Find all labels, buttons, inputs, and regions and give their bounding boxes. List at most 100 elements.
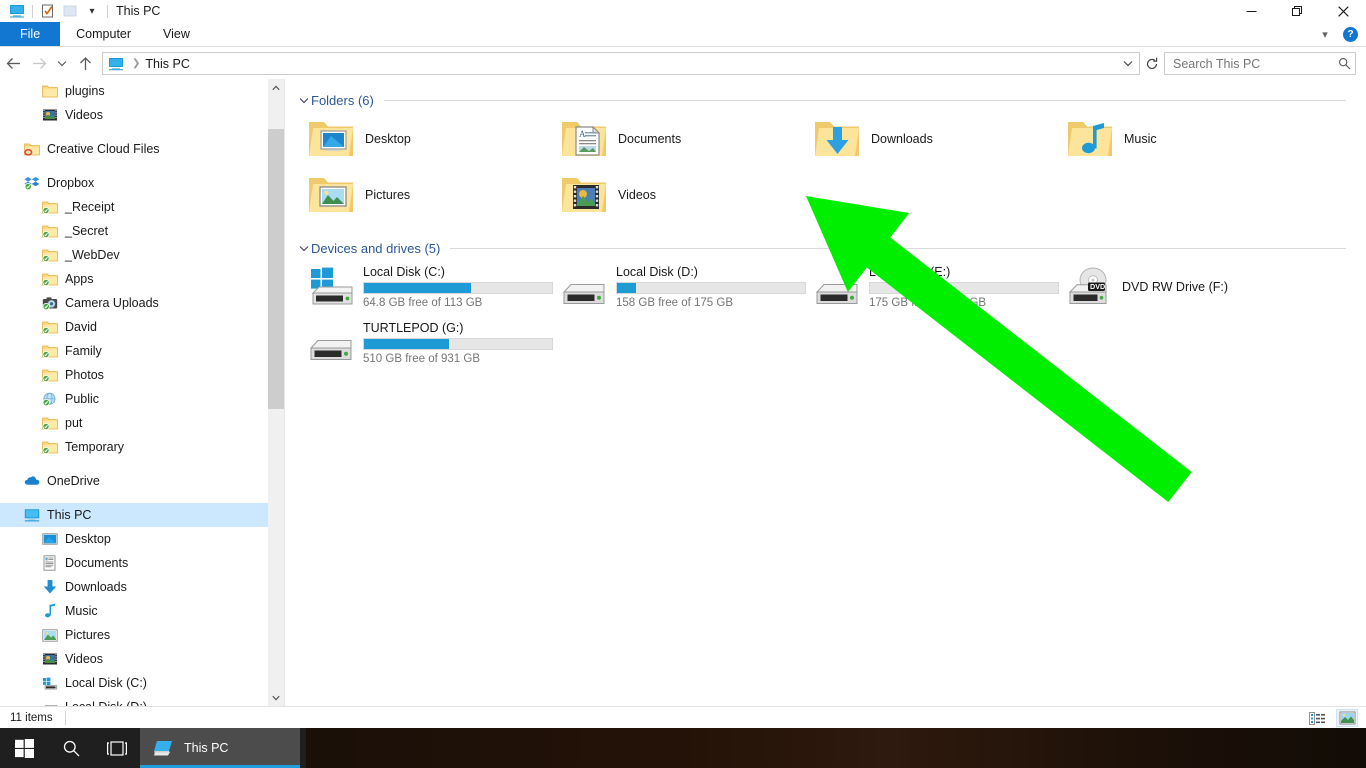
sidebar-item-label: Desktop <box>65 532 111 546</box>
navigation-tree: plugins Videos Creative Cloud Files Dropbox… <box>0 79 283 706</box>
this-pc-icon[interactable] <box>6 0 28 22</box>
folder-sync-icon <box>42 199 58 215</box>
sidebar-item-receipt[interactable]: _Receipt <box>0 195 283 219</box>
sidebar-item-temporary[interactable]: Temporary <box>0 435 283 459</box>
drive-icon <box>42 699 58 706</box>
sidebar-item-family[interactable]: Family <box>0 339 283 363</box>
sidebar-item-this-pc[interactable]: This PC <box>0 503 283 527</box>
sidebar-item-secret[interactable]: _Secret <box>0 219 283 243</box>
tab-view[interactable]: View <box>147 22 206 46</box>
sidebar-item-pictures[interactable]: Pictures <box>0 623 283 647</box>
maximize-restore-button[interactable] <box>1274 0 1320 22</box>
scroll-down-button[interactable] <box>268 689 284 706</box>
help-icon[interactable]: ? <box>1343 27 1358 42</box>
sidebar-item-camera-uploads[interactable]: Camera Uploads <box>0 291 283 315</box>
group-header-folders[interactable]: Folders (6) <box>285 89 1366 111</box>
pictures-icon <box>42 627 58 643</box>
back-button[interactable] <box>0 51 26 77</box>
drive-usage-fill <box>364 283 472 293</box>
sidebar-item-documents[interactable]: Documents <box>0 551 283 575</box>
sidebar-item-onedrive[interactable]: OneDrive <box>0 469 283 493</box>
sidebar-item-label: This PC <box>47 508 92 522</box>
sidebar-item-label: Apps <box>65 272 94 286</box>
chevron-down-icon[interactable] <box>297 97 311 104</box>
folder-tile-downloads[interactable]: Downloads <box>809 111 1062 167</box>
chevron-down-icon[interactable] <box>297 245 311 252</box>
videos-folder-icon <box>42 107 58 123</box>
large-icons-view-button[interactable] <box>1336 709 1358 727</box>
item-count-label: 11 items <box>10 711 53 724</box>
task-view-icon[interactable] <box>94 728 140 768</box>
view-switch-group <box>1306 707 1358 729</box>
search-icon[interactable] <box>1338 57 1351 70</box>
sidebar-item-local-disk-d[interactable]: Local Disk (D:) <box>0 695 283 706</box>
sidebar-item-videos[interactable]: Videos <box>0 647 283 671</box>
drive-tile-local-disk-e[interactable]: Local Disk (E:) 175 GB free of 175 GB <box>809 259 1062 315</box>
videos-folder-icon <box>560 171 608 219</box>
folder-sync-icon <box>42 271 58 287</box>
refresh-button[interactable] <box>1140 52 1164 75</box>
address-dropdown-icon[interactable] <box>1119 60 1137 67</box>
sidebar-item-david[interactable]: David <box>0 315 283 339</box>
folder-tile-pictures[interactable]: Pictures <box>303 167 556 223</box>
sidebar-item-videos[interactable]: Videos <box>0 103 283 127</box>
window-controls <box>1228 0 1366 22</box>
up-button[interactable] <box>72 51 98 77</box>
sidebar-item-dropbox[interactable]: Dropbox <box>0 171 283 195</box>
desktop-background <box>306 728 1366 768</box>
search-icon[interactable] <box>48 728 94 768</box>
address-breadcrumb-bar[interactable]: ❯ folders This PC <box>102 52 1140 75</box>
sidebar-item-photos[interactable]: Photos <box>0 363 283 387</box>
sidebar-item-label: Family <box>65 344 102 358</box>
search-input[interactable] <box>1171 55 1338 72</box>
customize-chevron-icon[interactable]: ▾ <box>81 0 103 22</box>
group-header-drives[interactable]: Devices and drives (5) <box>285 237 1366 259</box>
properties-icon[interactable] <box>37 0 59 22</box>
breadcrumb[interactable]: This PC <box>145 57 189 71</box>
folder-icon <box>42 83 58 99</box>
taskbar-task-this-pc[interactable]: This PC <box>140 728 300 768</box>
sidebar-item-desktop[interactable]: Desktop <box>0 527 283 551</box>
sidebar-item-put[interactable]: put <box>0 411 283 435</box>
sidebar-item-webdev[interactable]: _WebDev <box>0 243 283 267</box>
drive-tile-dvd-rw-drive-f[interactable]: DVD DVD RW Drive (F:) <box>1062 259 1315 315</box>
folder-tile-desktop[interactable]: Desktop <box>303 111 556 167</box>
drive-tile-turtlepod-g[interactable]: TURTLEPOD (G:) 510 GB free of 931 GB <box>303 315 556 371</box>
windows-start-icon[interactable] <box>0 728 48 768</box>
desktop-icon <box>42 531 58 547</box>
sidebar-item-label: OneDrive <box>47 474 100 488</box>
drive-tile-local-disk-c[interactable]: Local Disk (C:) 64.8 GB free of 113 GB <box>303 259 556 315</box>
sidebar-item-downloads[interactable]: Downloads <box>0 575 283 599</box>
tab-file[interactable]: File <box>0 22 61 46</box>
forward-button[interactable] <box>26 51 52 77</box>
navigation-scrollbar[interactable] <box>268 79 284 706</box>
details-view-button[interactable] <box>1306 709 1328 727</box>
tab-computer[interactable]: Computer <box>60 22 147 46</box>
folder-tile-videos[interactable]: Videos <box>556 167 809 223</box>
scroll-up-button[interactable] <box>268 79 284 96</box>
scrollbar-thumb[interactable] <box>268 129 284 409</box>
sidebar-item-label: _Receipt <box>65 200 115 214</box>
file-list-view[interactable]: Folders (6) Desktop A Documents Downloads Mu… <box>285 79 1366 706</box>
this-pc-icon <box>105 56 127 72</box>
windows-drive-icon <box>307 263 355 311</box>
recent-locations-button[interactable] <box>52 51 72 77</box>
breadcrumb-separator[interactable]: ❯ <box>127 58 145 69</box>
close-button[interactable] <box>1320 0 1366 22</box>
chevron-down-icon[interactable]: ▾ <box>1315 28 1335 41</box>
drive-tile-local-disk-d[interactable]: Local Disk (D:) 158 GB free of 175 GB <box>556 259 809 315</box>
sidebar-item-music[interactable]: Music <box>0 599 283 623</box>
sidebar-item-public[interactable]: Public <box>0 387 283 411</box>
sidebar-item-apps[interactable]: Apps <box>0 267 283 291</box>
sidebar-item-plugins[interactable]: plugins <box>0 79 283 103</box>
minimize-button[interactable] <box>1228 0 1274 22</box>
folder-tile-music[interactable]: Music <box>1062 111 1315 167</box>
folder-tile-documents[interactable]: A Documents <box>556 111 809 167</box>
sidebar-item-creative-cloud-files[interactable]: Creative Cloud Files <box>0 137 283 161</box>
drive-usage-bar <box>869 282 1059 294</box>
new-folder-icon[interactable] <box>59 0 81 22</box>
search-box[interactable] <box>1164 52 1356 75</box>
desktop-folder-icon <box>307 115 355 163</box>
sidebar-item-local-disk-c[interactable]: Local Disk (C:) <box>0 671 283 695</box>
sidebar-item-label: David <box>65 320 97 334</box>
